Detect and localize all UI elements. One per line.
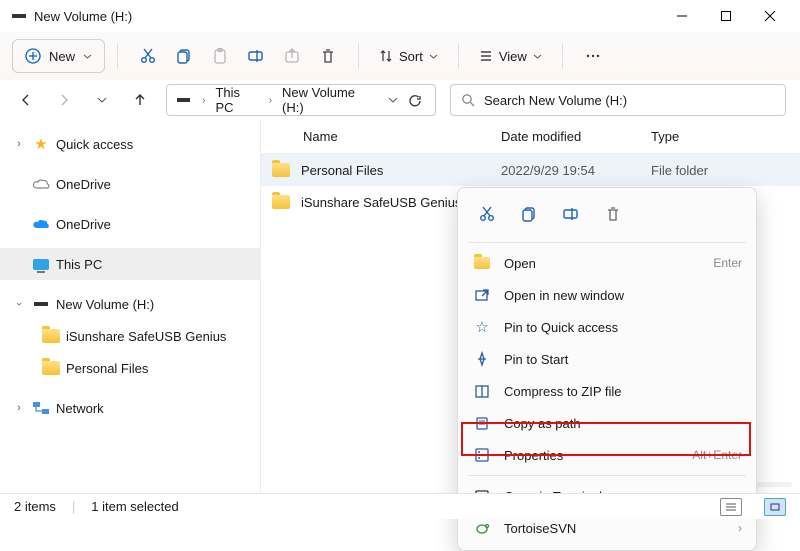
recent-dropdown[interactable] xyxy=(90,88,114,112)
ctx-delete-icon[interactable] xyxy=(594,198,632,230)
file-row[interactable]: Personal Files 2022/9/29 19:54 File fold… xyxy=(261,154,800,186)
refresh-icon[interactable] xyxy=(408,93,423,108)
status-selected: 1 item selected xyxy=(91,499,178,514)
rename-icon[interactable] xyxy=(238,38,274,74)
window-title: New Volume (H:) xyxy=(34,9,660,24)
chevron-down-icon[interactable] xyxy=(388,95,398,105)
view-button[interactable]: View xyxy=(471,49,550,64)
ctx-zip[interactable]: Compress to ZIP file xyxy=(458,375,756,407)
chevron-right-icon: › xyxy=(267,95,274,106)
ctx-open-new-window[interactable]: Open in new window xyxy=(458,279,756,311)
folder-icon xyxy=(272,195,290,209)
ctx-pin-quick[interactable]: ☆Pin to Quick access xyxy=(458,311,756,343)
sidebar-label: Network xyxy=(56,401,104,416)
file-type: File folder xyxy=(651,163,708,178)
delete-icon[interactable] xyxy=(310,38,346,74)
breadcrumb-thispc[interactable]: This PC xyxy=(213,83,260,117)
search-input[interactable]: Search New Volume (H:) xyxy=(450,84,786,116)
view-large-icon[interactable] xyxy=(764,498,786,516)
sidebar-label: New Volume (H:) xyxy=(56,297,154,312)
ctx-rename-icon[interactable] xyxy=(552,198,590,230)
divider xyxy=(562,43,563,69)
ctx-copy-icon[interactable] xyxy=(510,198,548,230)
sort-label: Sort xyxy=(399,49,423,64)
sidebar-item-thispc[interactable]: This PC xyxy=(0,248,260,280)
search-icon xyxy=(461,93,476,108)
breadcrumb-volume[interactable]: New Volume (H:) xyxy=(280,83,376,117)
ctx-cut-icon[interactable] xyxy=(468,198,506,230)
toolbar: New Sort View xyxy=(0,32,800,80)
column-name[interactable]: Name xyxy=(261,129,501,144)
drive-icon xyxy=(12,14,26,18)
ctx-open[interactable]: OpenEnter xyxy=(458,247,756,279)
drive-icon xyxy=(34,302,48,306)
drive-icon xyxy=(177,98,190,102)
close-button[interactable] xyxy=(748,1,792,31)
sidebar-item-safeusb[interactable]: iSunshare SafeUSB Genius xyxy=(0,320,260,352)
cut-icon[interactable] xyxy=(130,38,166,74)
divider xyxy=(358,43,359,69)
sidebar-item-volume[interactable]: ›New Volume (H:) xyxy=(0,288,260,320)
new-label: New xyxy=(49,49,75,64)
divider xyxy=(117,43,118,69)
file-date: 2022/9/29 19:54 xyxy=(501,163,651,178)
folder-icon xyxy=(42,329,60,343)
file-name: Personal Files xyxy=(301,163,501,178)
sidebar-label: Personal Files xyxy=(66,361,148,376)
chevron-right-icon: › xyxy=(200,95,207,106)
sidebar-label: Quick access xyxy=(56,137,133,152)
more-icon[interactable] xyxy=(575,38,611,74)
sidebar-item-quick-access[interactable]: ›★Quick access xyxy=(0,128,260,160)
sidebar-label: This PC xyxy=(56,257,102,272)
folder-icon xyxy=(42,361,60,375)
new-button[interactable]: New xyxy=(12,39,105,73)
sidebar-label: iSunshare SafeUSB Genius xyxy=(66,329,226,344)
view-label: View xyxy=(499,49,527,64)
sidebar-item-personal[interactable]: Personal Files xyxy=(0,352,260,384)
highlight-box xyxy=(461,422,751,456)
search-placeholder: Search New Volume (H:) xyxy=(484,93,627,108)
maximize-button[interactable] xyxy=(704,1,748,31)
view-details-icon[interactable] xyxy=(720,498,742,516)
sidebar-item-network[interactable]: ›Network xyxy=(0,392,260,424)
status-items: 2 items xyxy=(14,499,56,514)
column-type[interactable]: Type xyxy=(651,129,800,144)
minimize-button[interactable] xyxy=(660,1,704,31)
share-icon[interactable] xyxy=(274,38,310,74)
sort-button[interactable]: Sort xyxy=(371,49,446,64)
sidebar-label: OneDrive xyxy=(56,217,111,232)
monitor-icon xyxy=(33,259,49,270)
back-button[interactable] xyxy=(14,88,38,112)
paste-icon[interactable] xyxy=(202,38,238,74)
address-bar[interactable]: › This PC › New Volume (H:) xyxy=(166,84,436,116)
sidebar-item-onedrive[interactable]: OneDrive xyxy=(0,168,260,200)
sidebar: ›★Quick access OneDrive OneDrive This PC… xyxy=(0,120,260,493)
status-bar: 2 items | 1 item selected xyxy=(0,493,800,519)
sidebar-item-onedrive-2[interactable]: OneDrive xyxy=(0,208,260,240)
column-date[interactable]: Date modified xyxy=(501,129,651,144)
copy-icon[interactable] xyxy=(166,38,202,74)
folder-icon xyxy=(272,163,290,177)
sidebar-label: OneDrive xyxy=(56,177,111,192)
ctx-pin-start[interactable]: Pin to Start xyxy=(458,343,756,375)
up-button[interactable] xyxy=(128,88,152,112)
divider xyxy=(458,43,459,69)
forward-button[interactable] xyxy=(52,88,76,112)
